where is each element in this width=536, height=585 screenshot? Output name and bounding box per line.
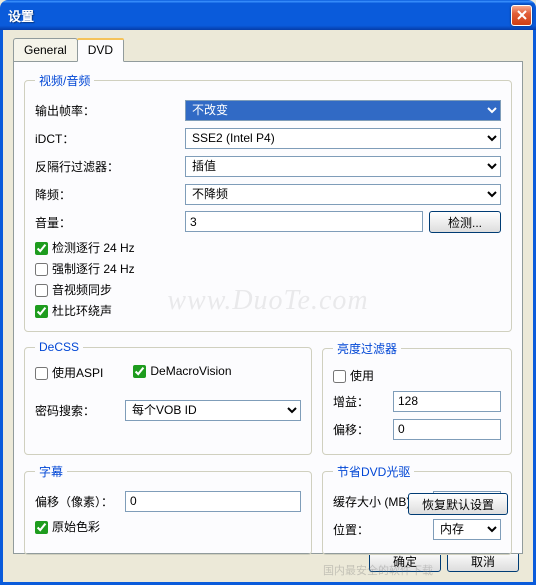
cb-dolby[interactable] <box>35 305 48 318</box>
cb-aspi-wrap[interactable]: 使用ASPI <box>35 364 103 381</box>
cb-demacro-wrap[interactable]: DeMacroVision <box>133 364 231 381</box>
cb-avsync-wrap[interactable]: 音视频同步 <box>35 281 501 298</box>
subtitle-offset-input[interactable] <box>125 491 301 512</box>
cb-detect-24hz[interactable] <box>35 242 48 255</box>
group-video-audio: 视频/音频 输出帧率： 不改变 iDCT： SSE2 (Intel P4) 反隔… <box>24 72 512 332</box>
deinterlace-label: 反隔行过滤器： <box>35 158 185 175</box>
cb-brightness-use[interactable] <box>333 370 346 383</box>
cb-orig-color[interactable] <box>35 521 48 534</box>
pwd-search-select[interactable]: 每个VOB ID <box>125 400 301 421</box>
group-subtitle: 字幕 偏移（像素）： 原始色彩 <box>24 463 312 555</box>
output-fps-label: 输出帧率： <box>35 102 185 119</box>
cb-avsync[interactable] <box>35 284 48 297</box>
cb-aspi[interactable] <box>35 367 48 380</box>
volume-label: 音量： <box>35 214 185 231</box>
legend-decss: DeCSS <box>35 340 83 354</box>
legend-subtitle: 字幕 <box>35 463 67 480</box>
volume-input[interactable] <box>185 211 423 232</box>
deinterlace-select[interactable]: 插值 <box>185 156 501 177</box>
subtitle-offset-label: 偏移（像素）： <box>35 493 125 510</box>
group-decss: DeCSS 使用ASPI DeMacroVision 密码搜索： 每个VOB I… <box>24 340 312 455</box>
tab-panel-dvd: 视频/音频 输出帧率： 不改变 iDCT： SSE2 (Intel P4) 反隔… <box>13 61 523 554</box>
detect-button[interactable]: 检测... <box>429 211 501 233</box>
gain-label: 增益： <box>333 393 393 410</box>
tab-general[interactable]: General <box>13 38 78 61</box>
cb-detect-24hz-wrap[interactable]: 检测逐行 24 Hz <box>35 239 501 256</box>
close-button[interactable] <box>511 5 532 26</box>
cb-force-24hz-wrap[interactable]: 强制逐行 24 Hz <box>35 260 501 277</box>
location-select[interactable]: 内存 <box>433 519 501 540</box>
output-fps-select[interactable]: 不改变 <box>185 100 501 121</box>
brightness-offset-label: 偏移： <box>333 421 393 438</box>
gain-input[interactable] <box>393 391 501 412</box>
tab-strip: General DVD <box>13 38 523 61</box>
idct-select[interactable]: SSE2 (Intel P4) <box>185 128 501 149</box>
downsample-select[interactable]: 不降频 <box>185 184 501 205</box>
legend-video-audio: 视频/音频 <box>35 72 94 89</box>
brightness-offset-input[interactable] <box>393 419 501 440</box>
restore-defaults-button[interactable]: 恢复默认设置 <box>408 493 508 515</box>
cb-force-24hz[interactable] <box>35 263 48 276</box>
cb-dolby-wrap[interactable]: 杜比环绕声 <box>35 302 501 319</box>
cb-orig-color-wrap[interactable]: 原始色彩 <box>35 518 301 535</box>
downsample-label: 降频： <box>35 186 185 203</box>
window-title: 设置 <box>8 6 511 25</box>
close-icon <box>517 10 527 20</box>
legend-dvd-drive: 节省DVD光驱 <box>333 463 414 480</box>
location-label: 位置： <box>333 521 433 538</box>
window-body: General DVD 视频/音频 输出帧率： 不改变 iDCT： SSE2 (… <box>0 30 536 585</box>
cb-demacro[interactable] <box>133 365 146 378</box>
idct-label: iDCT： <box>35 130 185 147</box>
tab-dvd[interactable]: DVD <box>77 38 124 62</box>
cb-brightness-use-wrap[interactable]: 使用 <box>333 367 501 384</box>
titlebar: 设置 <box>0 0 536 30</box>
group-brightness: 亮度过滤器 使用 增益： 偏移： <box>322 340 512 455</box>
legend-brightness: 亮度过滤器 <box>333 340 401 357</box>
pwd-search-label: 密码搜索： <box>35 402 125 419</box>
